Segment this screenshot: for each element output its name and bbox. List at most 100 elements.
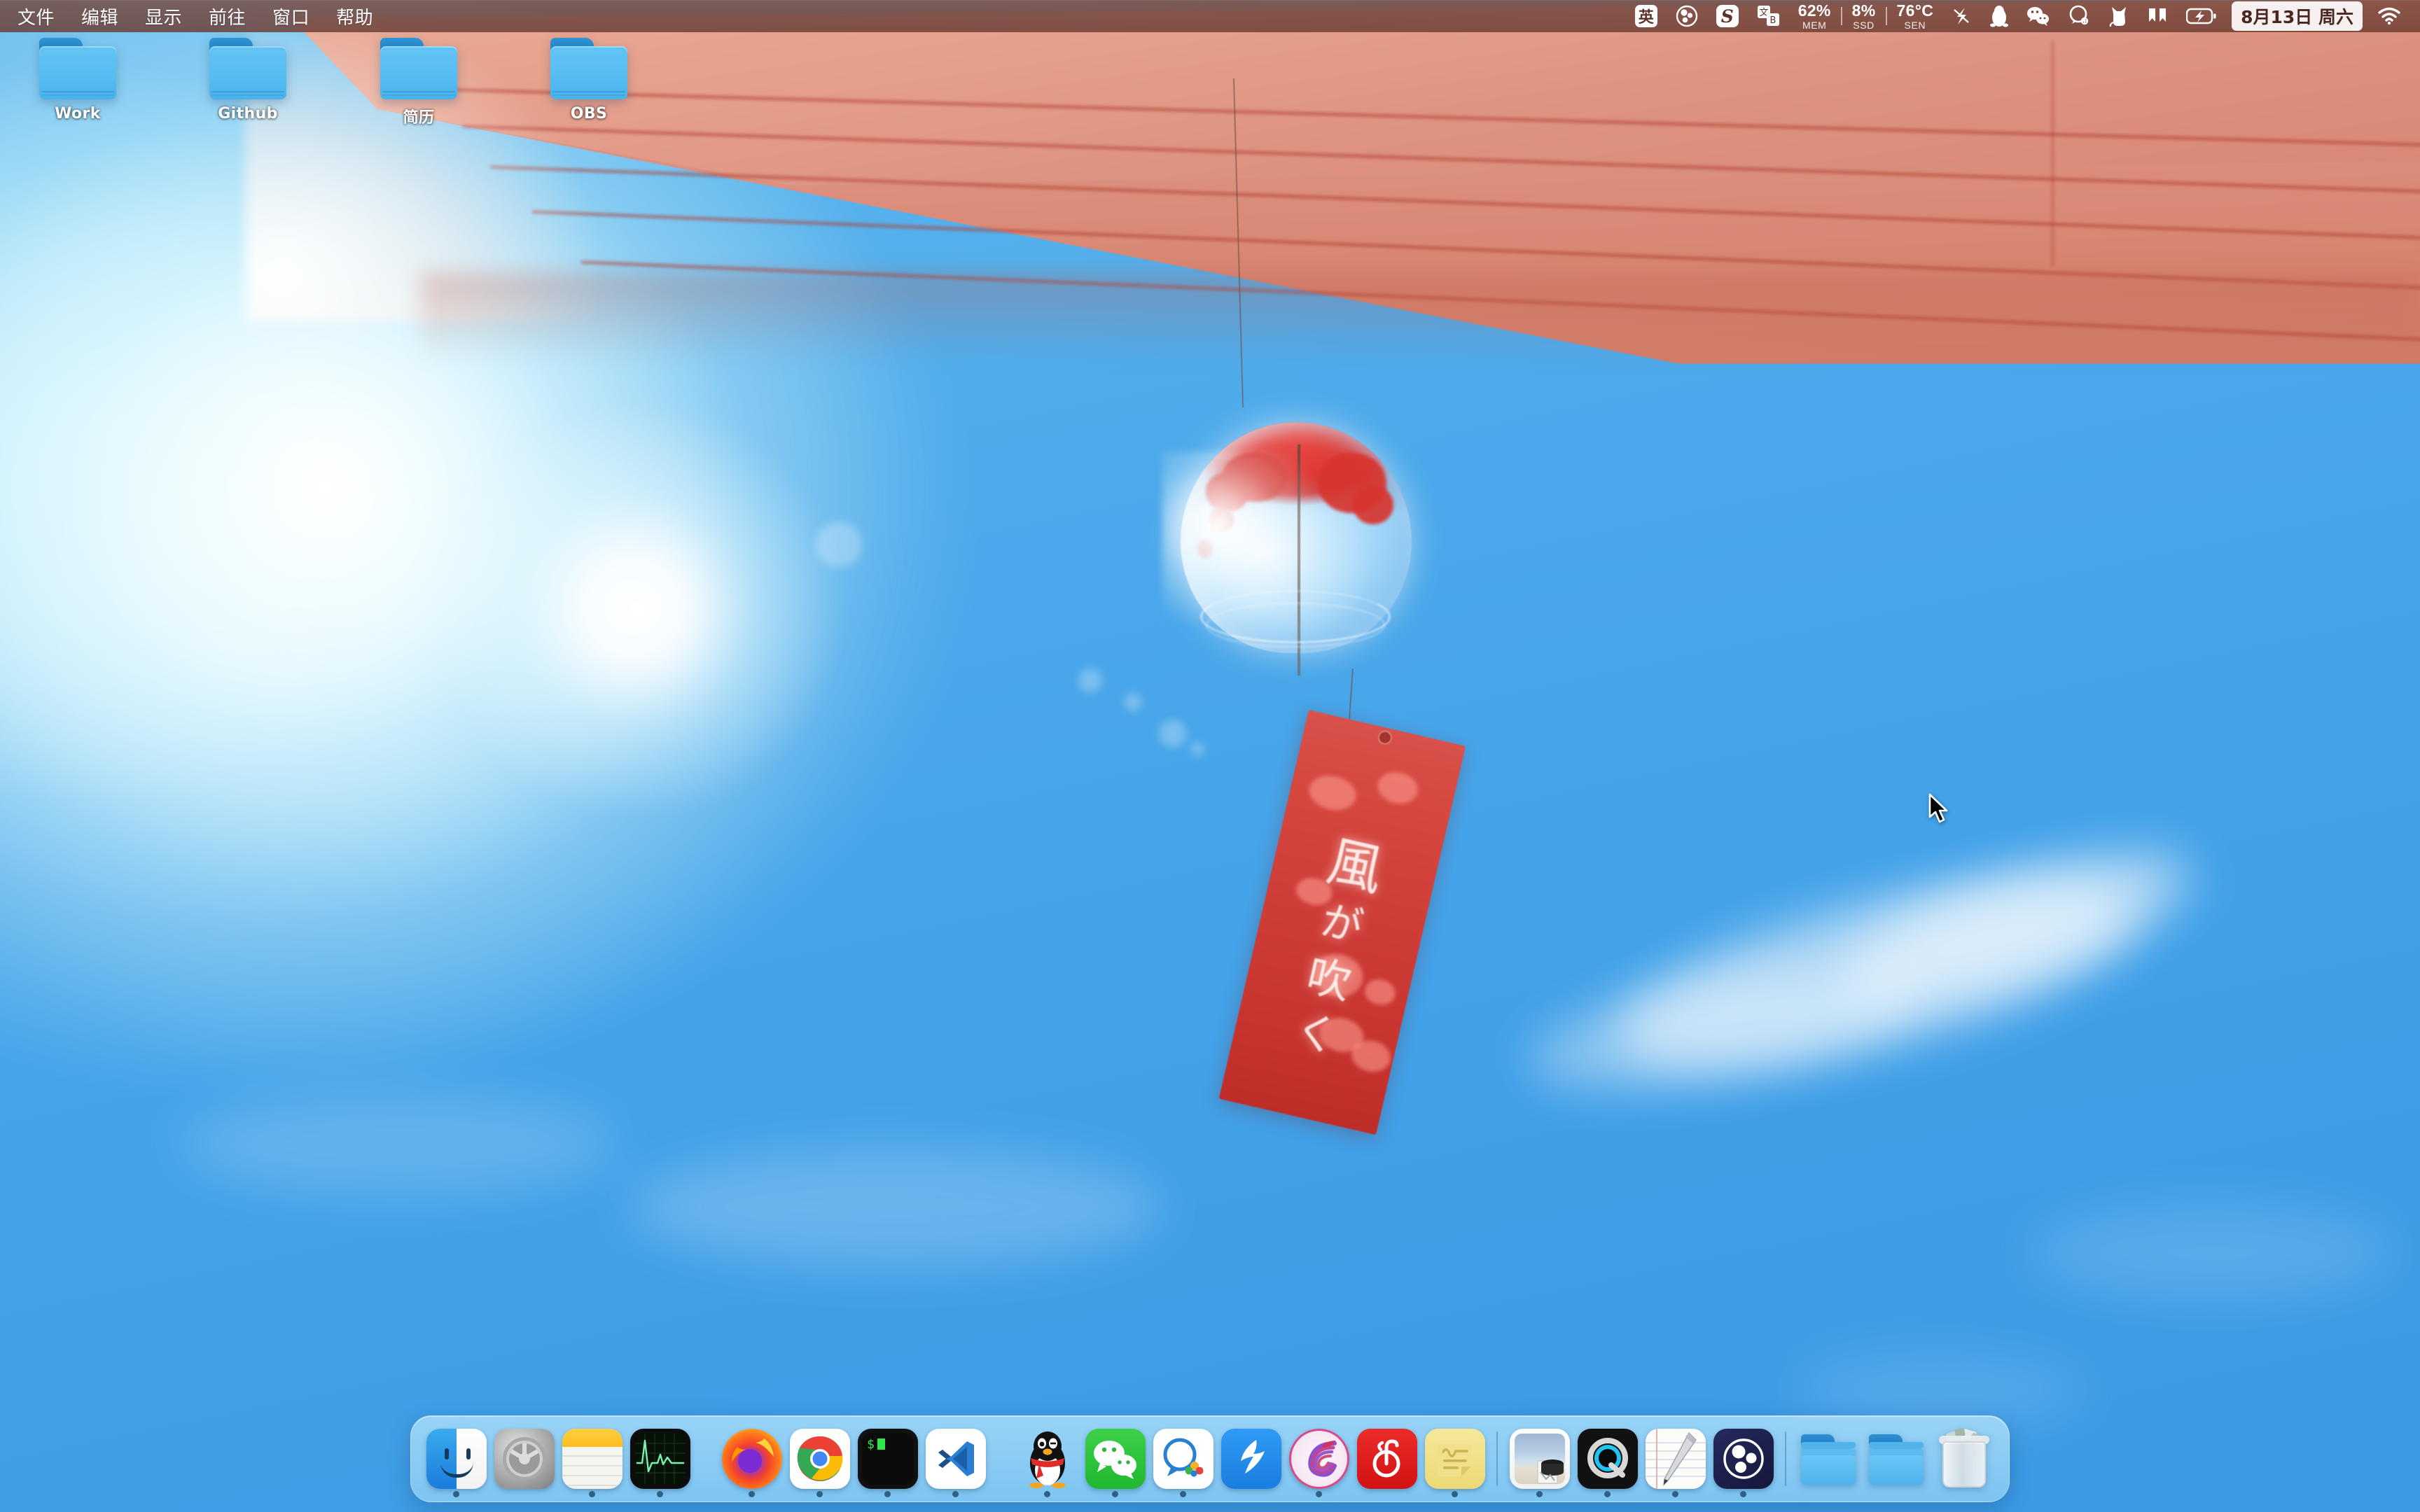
dock-stickies[interactable] (1421, 1415, 1489, 1502)
textedit-icon (1645, 1429, 1706, 1489)
dock-system-preferences[interactable] (490, 1415, 558, 1502)
qq-penguin-icon[interactable] (1981, 0, 2017, 32)
running-indicator (952, 1491, 959, 1497)
running-indicator (453, 1491, 459, 1497)
quicktime-icon (1577, 1429, 1638, 1489)
running-indicator (749, 1491, 755, 1497)
wecom-icon[interactable] (2059, 0, 2100, 32)
sensor-label: SEN (1904, 19, 1926, 31)
desktop-icon-label: Github (218, 105, 278, 122)
menu-window[interactable]: 窗口 (260, 1, 321, 31)
folder-icon (39, 38, 116, 99)
memory-value: 62% (1797, 1, 1831, 20)
desktop-folder-resume[interactable]: 简历 (341, 38, 496, 127)
dock-chrome[interactable] (786, 1415, 854, 1502)
menu-edit[interactable]: 编辑 (69, 1, 130, 31)
dingtalk-icon (1221, 1429, 1281, 1489)
folder-icon (380, 38, 457, 99)
wifi-icon[interactable] (2368, 0, 2410, 32)
menu-go[interactable]: 前往 (197, 1, 258, 31)
menu-bar: 文件 编辑 显示 前往 窗口 帮助 英 S 文 B 62% MEM 8% SSD… (0, 0, 2420, 32)
dock-stack-documents[interactable] (1862, 1415, 1930, 1502)
menu-bar-left: 文件 编辑 显示 前往 窗口 帮助 (0, 1, 385, 31)
running-indicator (1316, 1491, 1322, 1497)
ssd-value: 8% (1851, 1, 1876, 20)
dock-wechat[interactable] (1081, 1415, 1149, 1502)
memory-label: MEM (1802, 19, 1827, 31)
dock-separator (1496, 1432, 1498, 1486)
dock-feishu[interactable] (1285, 1415, 1353, 1502)
svg-text:$: $ (867, 1437, 875, 1452)
feishu-icon (1288, 1429, 1349, 1489)
dock-trash[interactable] (1930, 1415, 1998, 1502)
running-indicator (1180, 1491, 1186, 1497)
dock-vscode[interactable] (922, 1415, 989, 1502)
lightning-icon[interactable] (1942, 0, 1981, 32)
sensor-temperature-indicator[interactable]: 76°C SEN (1889, 0, 1942, 32)
wechat-icon (1085, 1429, 1146, 1489)
folder-icon (550, 38, 627, 99)
dock-netease[interactable] (1353, 1415, 1421, 1502)
dock-textedit[interactable] (1641, 1415, 1709, 1502)
netease-icon (1356, 1429, 1417, 1489)
running-indicator (1740, 1491, 1746, 1497)
desktop-icon-label: 简历 (403, 109, 435, 127)
mountain-grid-icon[interactable] (2138, 0, 2177, 32)
folder-stack-icon (1798, 1429, 1858, 1489)
input-method-indicator[interactable]: 英 (1626, 0, 1667, 32)
pulse-icon (630, 1429, 690, 1489)
chrome-icon (789, 1429, 850, 1489)
ssd-label: SSD (1853, 19, 1875, 31)
dock-preview[interactable] (1505, 1415, 1573, 1502)
wechat-icon[interactable] (2017, 0, 2059, 32)
svg-text:B: B (1769, 15, 1776, 26)
running-indicator (816, 1491, 823, 1497)
dock: $ (410, 1415, 2010, 1502)
translate-icon[interactable]: 文 B (1748, 0, 1790, 32)
dock-quicktime[interactable] (1573, 1415, 1641, 1502)
vscode-icon (925, 1429, 986, 1489)
battery-charging-icon[interactable] (2177, 0, 2226, 32)
memory-usage-indicator[interactable]: 62% MEM (1790, 0, 1840, 32)
sogou-letter: S (1716, 5, 1739, 27)
desktop-folder-obs[interactable]: OBS (511, 38, 667, 122)
menu-view[interactable]: 显示 (133, 1, 194, 31)
dock-obs[interactable] (1709, 1415, 1777, 1502)
running-indicator (1672, 1491, 1678, 1497)
obs-icon[interactable] (1667, 0, 1707, 32)
running-indicator (884, 1491, 891, 1497)
running-indicator (1536, 1491, 1543, 1497)
desktop-folder-github[interactable]: Github (170, 38, 326, 122)
dock-wecom[interactable] (1149, 1415, 1217, 1502)
sogou-input-icon[interactable]: S (1707, 0, 1748, 32)
dock-separator (1785, 1432, 1786, 1486)
dock-terminal[interactable]: $ (854, 1415, 922, 1502)
ssd-usage-indicator[interactable]: 8% SSD (1844, 0, 1884, 32)
desktop-folder-work[interactable]: Work (0, 38, 155, 122)
menu-file[interactable]: 文件 (6, 1, 67, 31)
firefox-icon (721, 1429, 782, 1489)
gear-icon (494, 1429, 555, 1489)
dock-qq[interactable] (1013, 1415, 1081, 1502)
menu-help[interactable]: 帮助 (324, 1, 385, 31)
menu-bar-status-area: 英 S 文 B 62% MEM 8% SSD 76°C SEN 8月13日 周六 (1626, 0, 2420, 32)
dock-stack-downloads[interactable] (1794, 1415, 1862, 1502)
stickies-icon (1424, 1429, 1485, 1489)
dock-firefox[interactable] (718, 1415, 786, 1502)
running-indicator (1112, 1491, 1118, 1497)
folder-stack-icon (1866, 1429, 1926, 1489)
preview-icon (1509, 1429, 1570, 1489)
running-indicator (1604, 1491, 1611, 1497)
menu-bar-date[interactable]: 8月13日 周六 (2232, 1, 2363, 31)
mouse-pointer (1928, 793, 1948, 823)
finder-icon (426, 1429, 487, 1489)
status-divider (1885, 7, 1887, 25)
dock-dingtalk[interactable] (1217, 1415, 1285, 1502)
dock-activity-monitor[interactable] (626, 1415, 694, 1502)
dock-finder[interactable] (422, 1415, 490, 1502)
input-method-label: 英 (1634, 5, 1657, 27)
cat-icon[interactable] (2100, 0, 2138, 32)
dock-notes[interactable] (558, 1415, 626, 1502)
trash-icon (1935, 1428, 1993, 1489)
notes-icon (562, 1429, 623, 1489)
